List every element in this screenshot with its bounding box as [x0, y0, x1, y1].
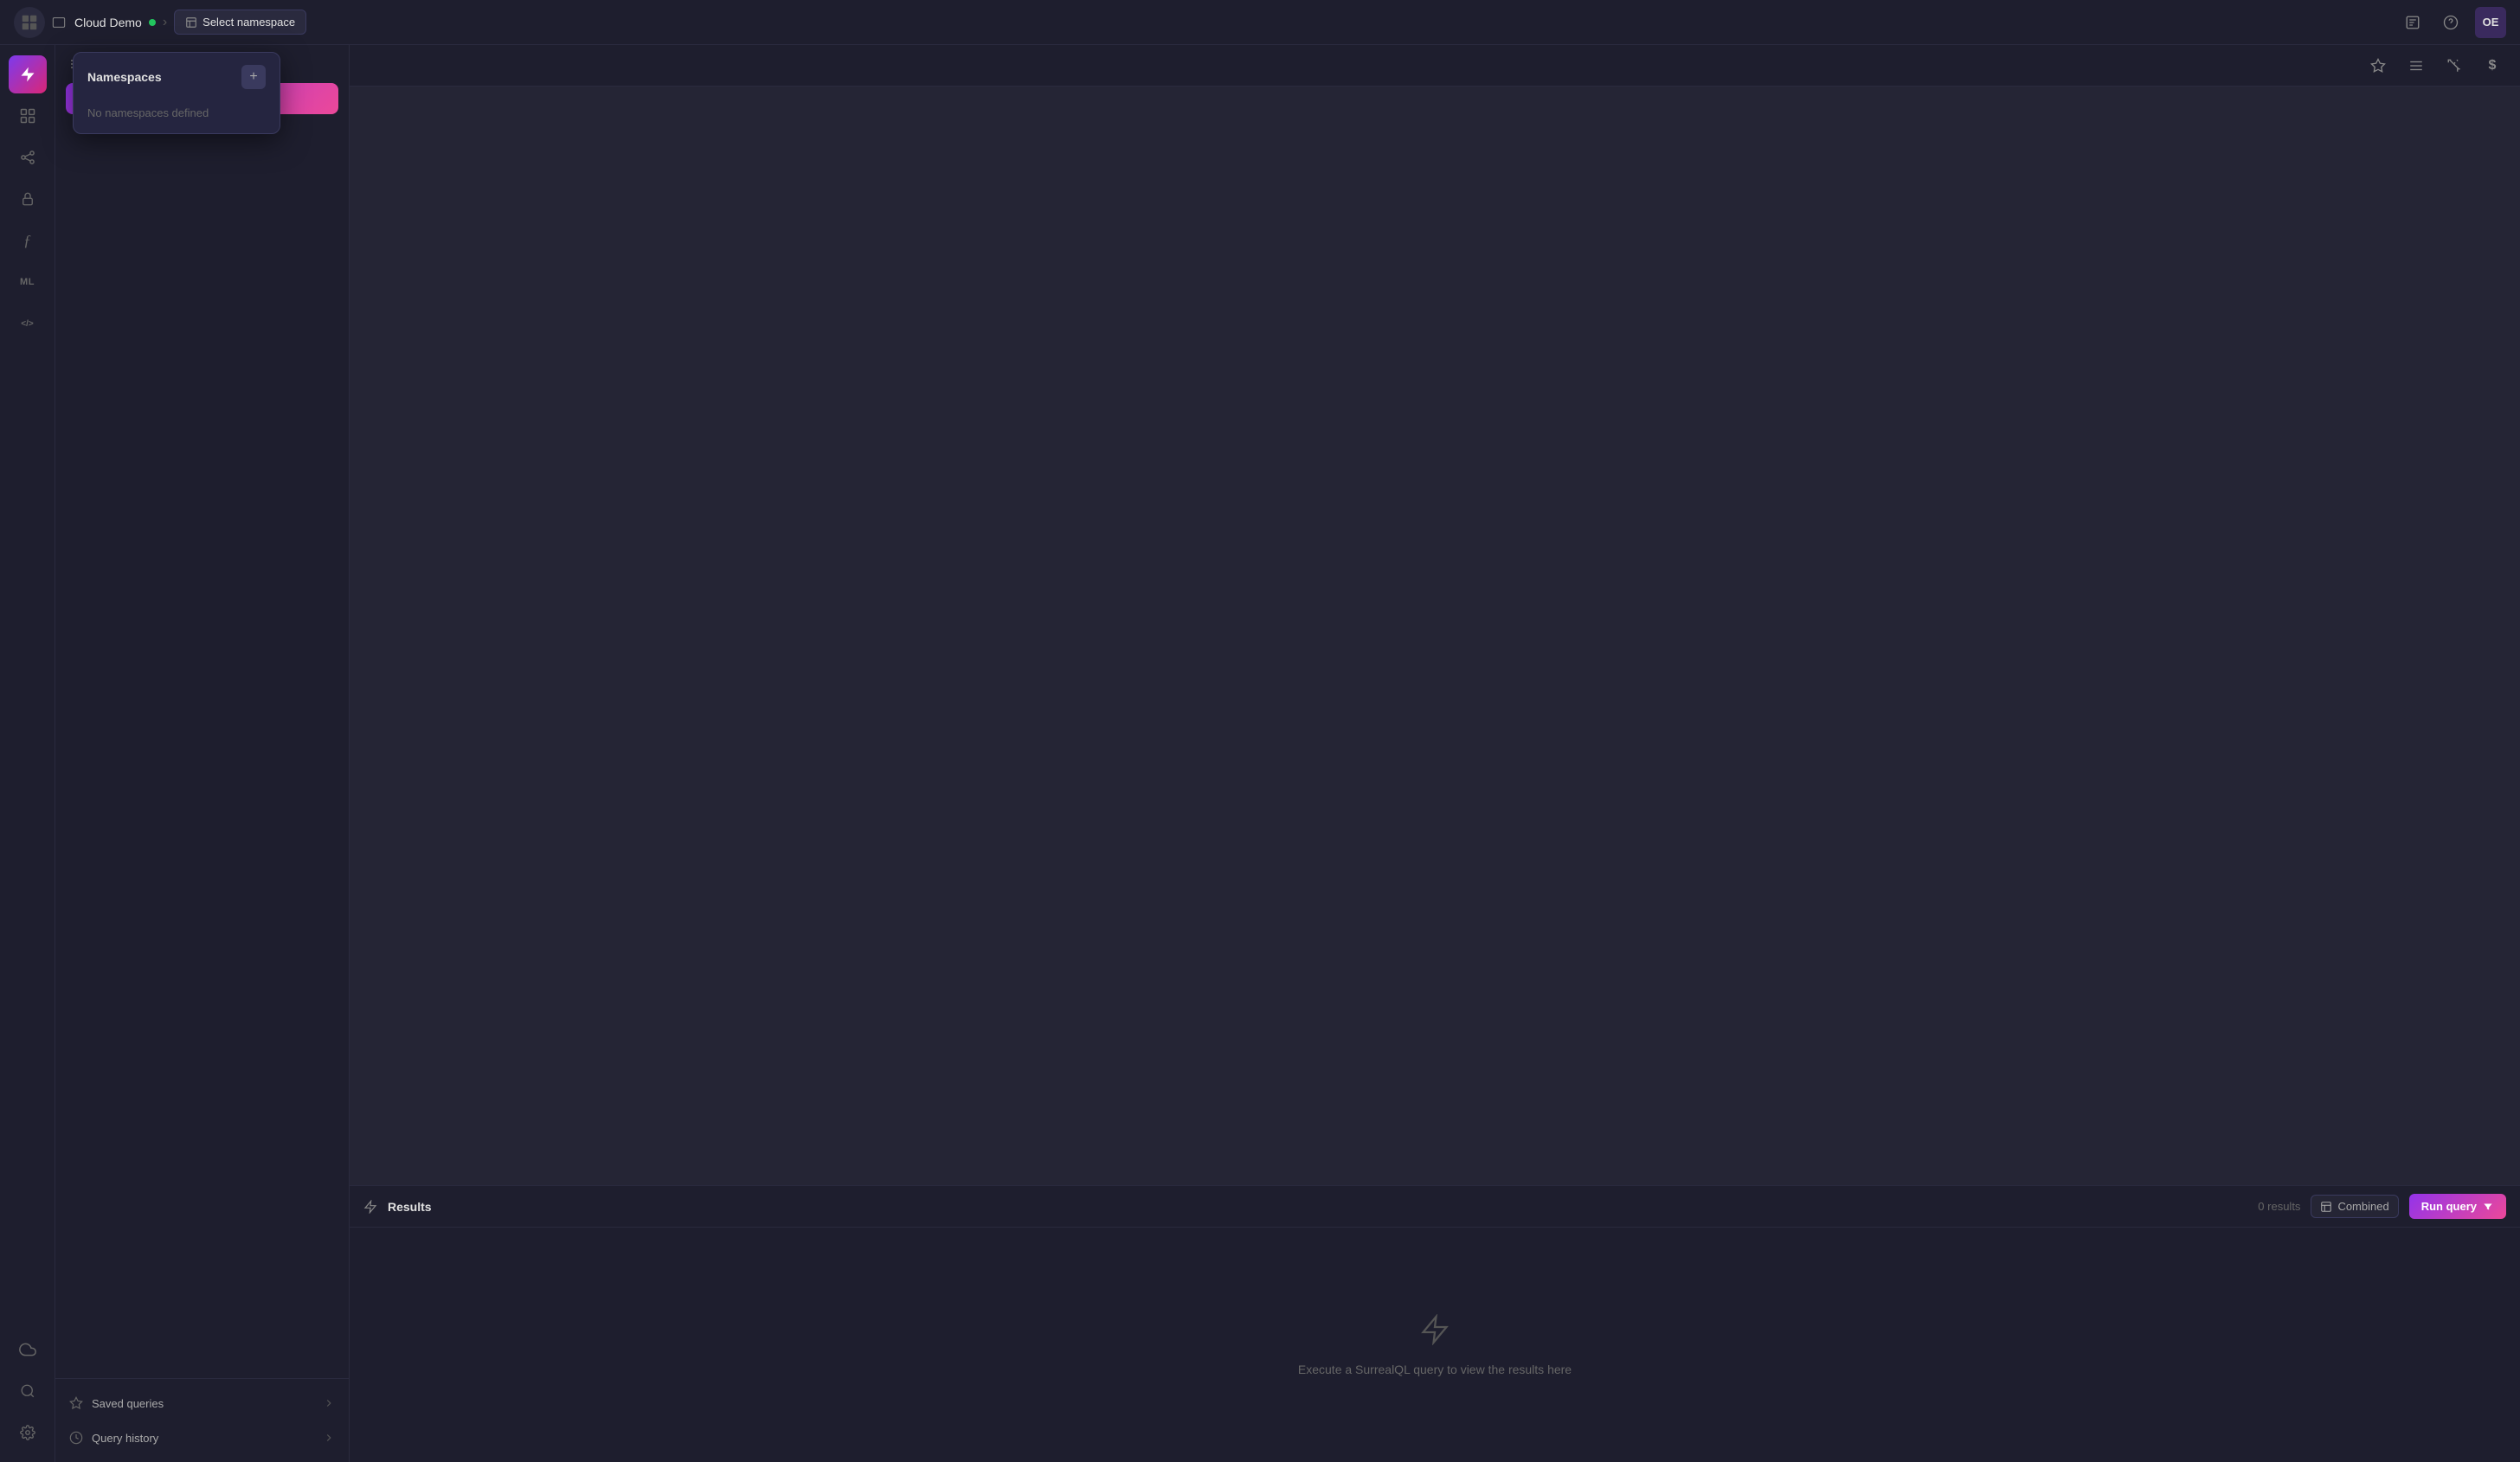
query-editor[interactable] [350, 87, 2520, 1185]
grid-icon [19, 107, 36, 125]
combined-label: Combined [2337, 1200, 2388, 1213]
results-count: 0 results [2258, 1200, 2300, 1213]
empty-bolt-icon [1419, 1314, 1450, 1345]
toolbar-star-icon [2370, 58, 2386, 74]
sidebar-item-ml[interactable]: ML [9, 263, 47, 301]
status-indicator [149, 19, 156, 26]
namespace-icon [185, 16, 197, 29]
run-query-label: Run query [2421, 1200, 2477, 1213]
cloud-icon [19, 1341, 36, 1358]
function-icon: ƒ [23, 232, 31, 250]
results-body: Execute a SurrealQL query to view the re… [350, 1228, 2520, 1462]
run-query-button[interactable]: Run query [2409, 1194, 2506, 1219]
main-content: $ Results 0 results Combined [350, 45, 2520, 1462]
combined-button[interactable]: Combined [2311, 1195, 2398, 1218]
namespaces-dropdown: Namespaces + No namespaces defined [73, 52, 280, 134]
sidebar-content [55, 125, 349, 1378]
results-bolt-icon [363, 1200, 377, 1214]
bolt-icon [19, 66, 36, 83]
code-icon: </> [21, 319, 33, 329]
query-history-item[interactable]: Query history [55, 1420, 349, 1455]
add-namespace-button[interactable]: + [241, 65, 266, 89]
sidebar-item-explorer[interactable] [9, 138, 47, 176]
results-empty-text: Execute a SurrealQL query to view the re… [1298, 1363, 1572, 1376]
combined-list-icon [2320, 1201, 2332, 1213]
topbar-query-icon-button[interactable] [2399, 9, 2427, 36]
user-initials: OE [2483, 16, 2499, 29]
toolbar-dollar-button[interactable]: $ [2478, 52, 2506, 80]
saved-queries-label: Saved queries [92, 1397, 164, 1410]
settings-icon [20, 1425, 35, 1440]
avatar-icon [14, 7, 45, 38]
topbar: Cloud Demo › Select namespace OE [0, 0, 2520, 45]
namespaces-dropdown-header: Namespaces + [74, 53, 280, 98]
topbar-left: Cloud Demo › Select namespace [14, 7, 306, 38]
lock-icon [20, 191, 35, 207]
toolbar-wand-icon [2446, 58, 2462, 74]
sidebar-item-cloud[interactable] [9, 1331, 47, 1369]
app-name-label: Cloud Demo [74, 16, 142, 29]
run-query-filter-icon [2482, 1201, 2494, 1213]
namespaces-title: Namespaces [87, 70, 162, 84]
results-header: Results 0 results Combined Run query [350, 1186, 2520, 1228]
toolbar-dollar-icon: $ [2489, 58, 2497, 74]
sidebar-item-functions[interactable]: ƒ [9, 221, 47, 260]
explorer-icon [19, 149, 36, 166]
add-namespace-icon: + [249, 69, 257, 85]
sidebar-item-graph[interactable] [9, 97, 47, 135]
select-namespace-button[interactable]: Select namespace [174, 10, 306, 35]
query-icon [2405, 15, 2420, 30]
sidebar-item-queries[interactable] [9, 55, 47, 93]
namespaces-empty-message: No namespaces defined [74, 98, 280, 133]
topbar-right: OE [2399, 7, 2506, 38]
toolbar-list-button[interactable] [2402, 52, 2430, 80]
sidebar-item-api[interactable]: </> [9, 305, 47, 343]
user-badge[interactable]: OE [2475, 7, 2506, 38]
sidebar-item-settings[interactable] [9, 1414, 47, 1452]
toolbar-star-button[interactable] [2364, 52, 2392, 80]
left-nav: ƒ ML </> [0, 45, 55, 1462]
results-panel: Results 0 results Combined Run query [350, 1185, 2520, 1462]
project-name: Cloud Demo [52, 16, 156, 29]
sidebar-bottom: Saved queries Query history [55, 1378, 349, 1462]
saved-queries-star-icon [69, 1396, 83, 1410]
main-layout: ƒ ML </> [0, 45, 2520, 1462]
query-history-label: Query history [92, 1432, 158, 1445]
sidebar: Queries 1 New query Saved queries [55, 45, 350, 1462]
results-empty-icon [1419, 1314, 1450, 1352]
query-history-clock-icon [69, 1431, 83, 1445]
toolbar-wand-button[interactable] [2440, 52, 2468, 80]
search-icon [20, 1383, 35, 1399]
sidebar-item-auth[interactable] [9, 180, 47, 218]
select-namespace-label: Select namespace [202, 16, 295, 29]
toolbar-list-icon [2408, 58, 2424, 74]
saved-queries-chevron-icon [323, 1397, 335, 1409]
help-icon [2443, 15, 2459, 30]
results-title: Results [388, 1200, 432, 1214]
query-toolbar: $ [350, 45, 2520, 87]
saved-queries-item[interactable]: Saved queries [55, 1386, 349, 1420]
sidebar-item-search[interactable] [9, 1372, 47, 1410]
query-history-chevron-icon [323, 1432, 335, 1444]
ml-label: ML [20, 277, 35, 287]
breadcrumb-separator: › [163, 15, 167, 30]
topbar-help-button[interactable] [2437, 9, 2465, 36]
